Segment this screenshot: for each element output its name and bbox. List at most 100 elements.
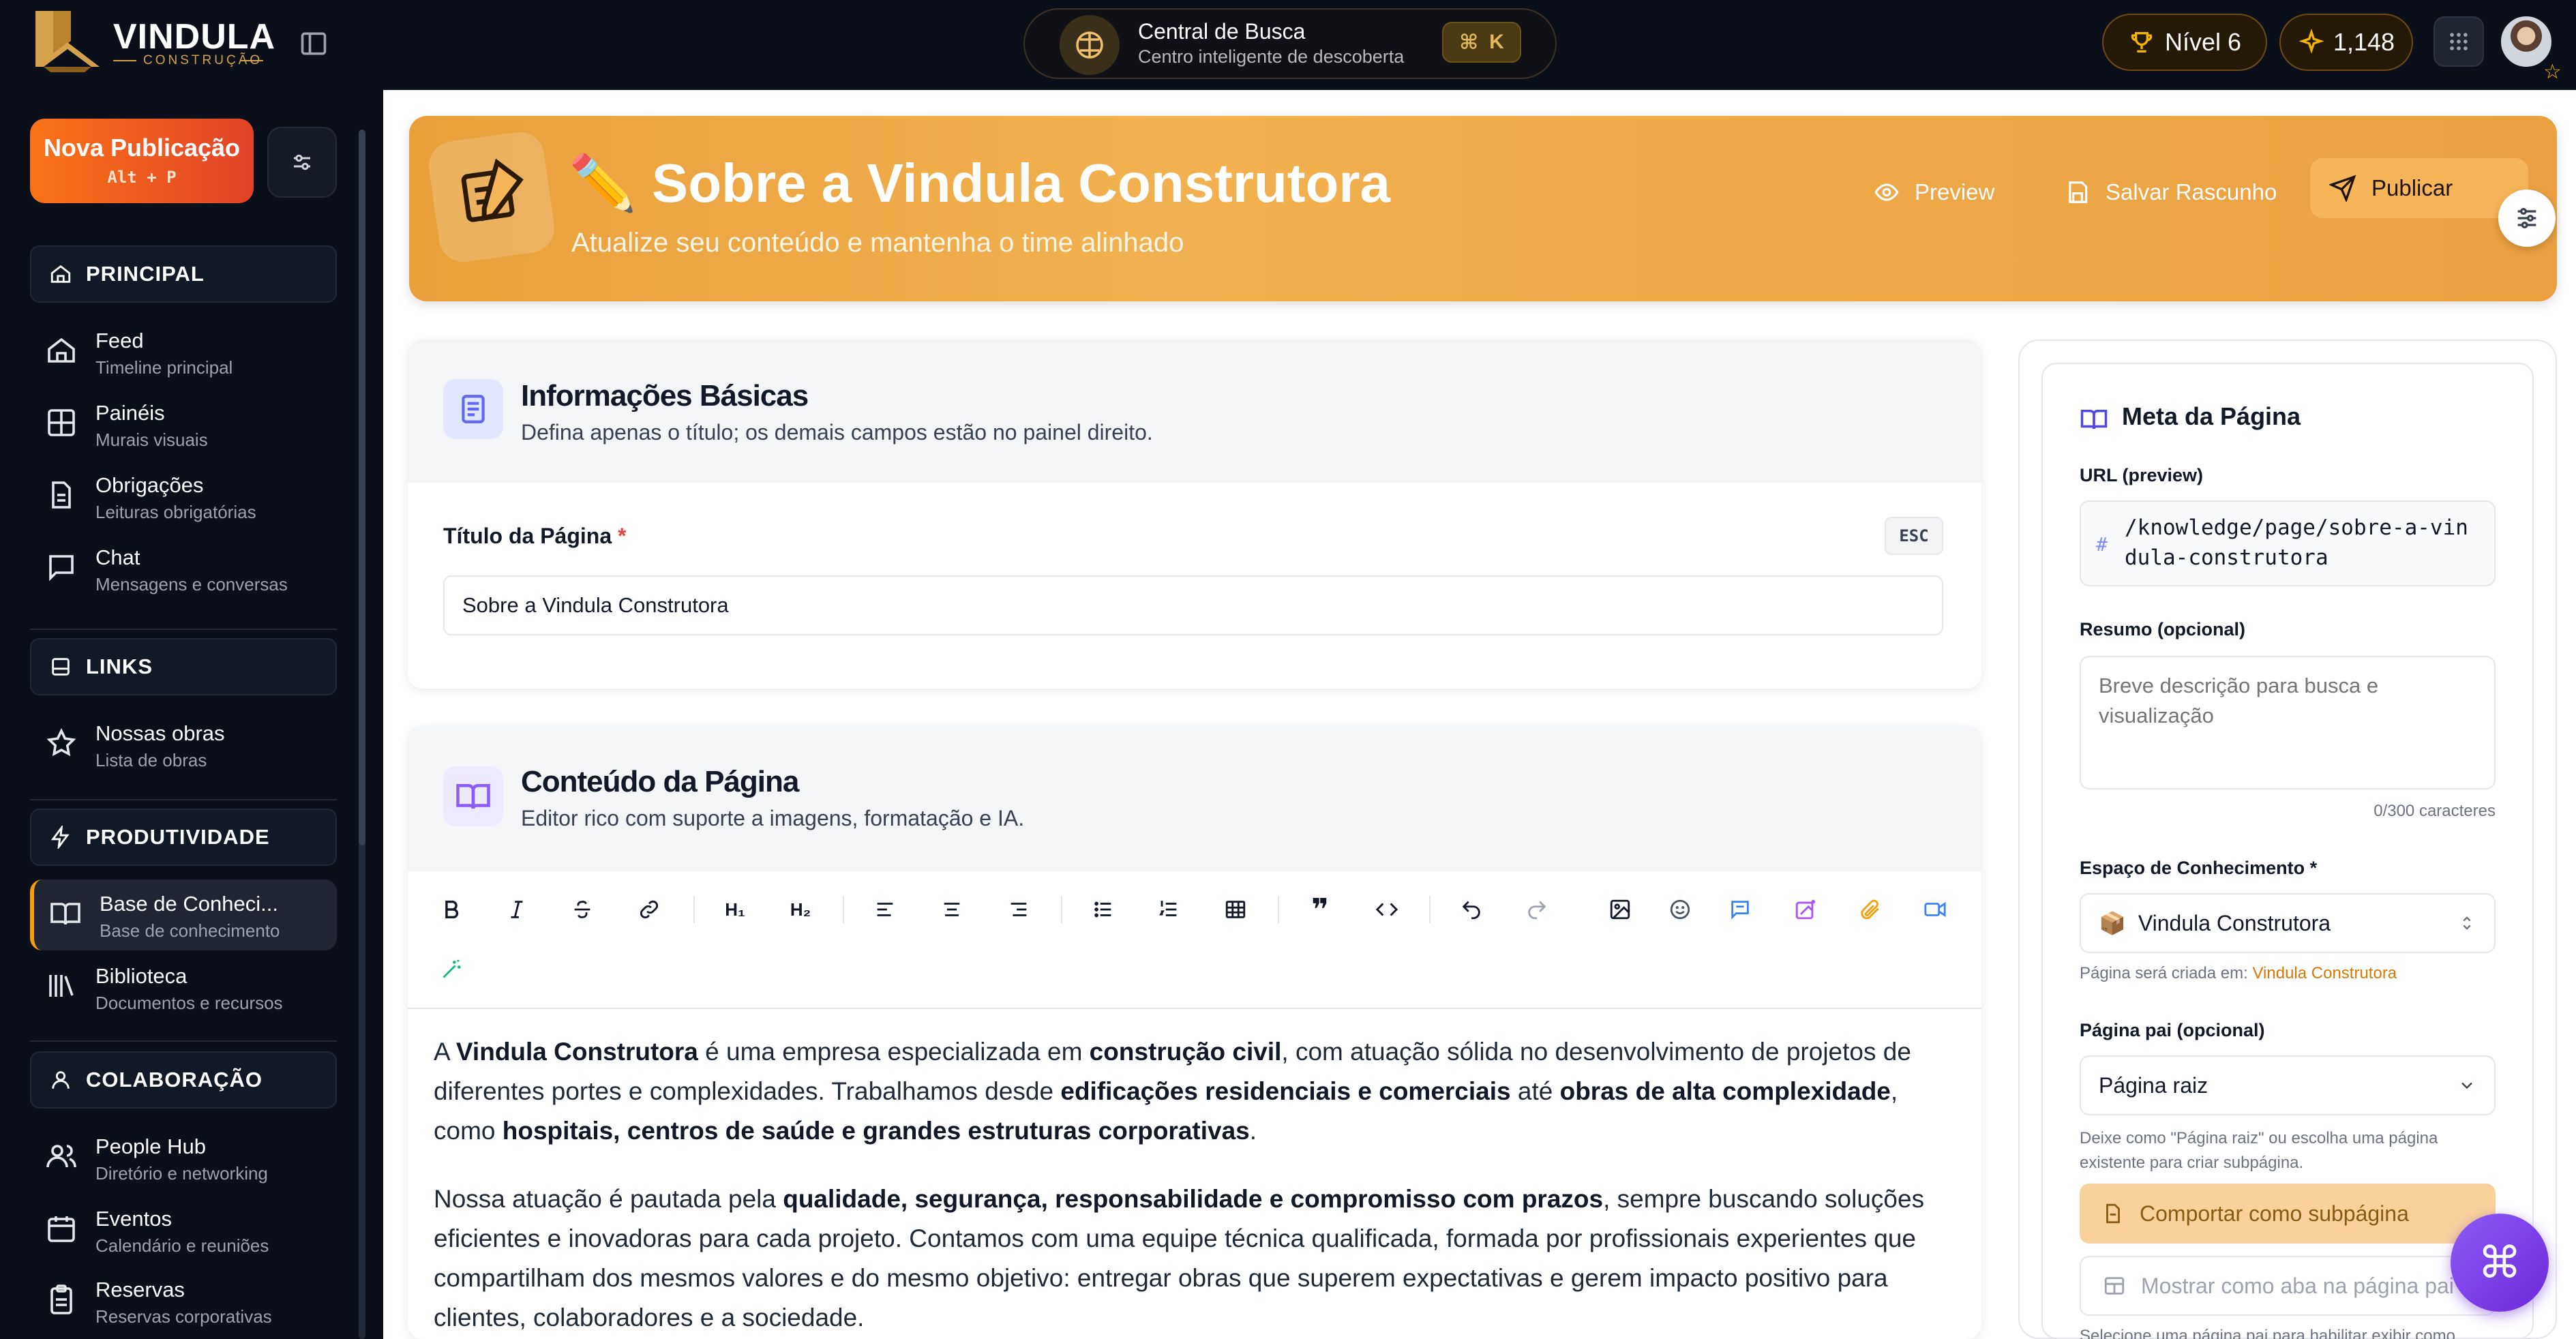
ai-image-button[interactable] <box>1785 889 1826 930</box>
user-avatar[interactable] <box>2501 16 2551 67</box>
home-icon <box>48 337 75 363</box>
code-button[interactable] <box>1366 889 1407 930</box>
image-sparkle-icon <box>1795 899 1816 920</box>
attachment-button[interactable] <box>1849 889 1890 930</box>
required-mark: * <box>2309 858 2318 878</box>
brand-logo-icon[interactable] <box>30 7 105 78</box>
new-post-label: Nova Publicação <box>43 134 241 162</box>
bullet-list-button[interactable] <box>1083 889 1124 930</box>
text-run: . <box>1249 1117 1257 1145</box>
star-badge-icon: ☆ <box>2543 61 2562 83</box>
align-left-icon <box>877 903 893 916</box>
space-select-value: Vindula Construtora <box>2138 910 2331 935</box>
tab-button-label: Mostrar como aba na página pai <box>2141 1273 2454 1298</box>
tab-button[interactable]: Mostrar como aba na página pai <box>2080 1256 2496 1316</box>
save-draft-button[interactable]: Salvar Rascunho <box>2046 164 2296 221</box>
library-icon <box>49 975 74 997</box>
calendar-icon <box>48 1216 75 1242</box>
bold-text: obras de alta complexidade <box>1559 1077 1891 1105</box>
brand-sub-line <box>240 60 263 61</box>
preview-button[interactable]: Preview <box>1855 164 2013 221</box>
sidebar-item-nossas-obras[interactable]: Nossas obras Lista de obras <box>30 709 337 780</box>
publish-label: Publicar <box>2371 175 2453 200</box>
save-draft-label: Salvar Rascunho <box>2106 179 2277 205</box>
quote-button[interactable]: ❞ <box>1300 889 1341 930</box>
align-center-button[interactable] <box>931 889 972 930</box>
ordered-list-button[interactable] <box>1148 889 1189 930</box>
sidebar-item-paineis[interactable]: Painéis Murais visuais <box>30 389 337 460</box>
sidebar-filter-button[interactable] <box>267 127 337 198</box>
summary-label: Resumo (opcional) <box>2080 619 2246 640</box>
meta-title: Meta da Página <box>2122 402 2301 430</box>
settings-toggle-button[interactable] <box>2498 190 2556 247</box>
rich-text-editor[interactable]: A Vindula Construtora é uma empresa espe… <box>434 1032 1954 1339</box>
points-badge[interactable]: 1,148 <box>2279 14 2413 71</box>
publish-button[interactable]: Publicar <box>2310 158 2528 218</box>
bullet-list-icon <box>1094 901 1111 918</box>
redo-button[interactable] <box>1516 889 1557 930</box>
align-left-button[interactable] <box>865 889 905 930</box>
page-subtitle: Atualize seu conteúdo e mantenha o time … <box>571 228 1184 258</box>
basic-info-card: Informações Básicas Defina apenas o títu… <box>408 340 1981 689</box>
sidebar-item-base-conhecimento[interactable]: Base de Conheci... Base de conhecimento <box>30 879 337 950</box>
search-title: Central de Busca <box>1138 19 1306 44</box>
sidebar-item-reservas[interactable]: Reservas Reservas corporativas <box>30 1265 337 1336</box>
video-icon <box>1924 901 1946 918</box>
section-links[interactable]: LINKS <box>30 638 337 695</box>
sidebar-item-chat[interactable]: Chat Mensagens e conversas <box>30 533 337 604</box>
apps-grid-icon[interactable] <box>2433 16 2484 67</box>
bold-text: construção civil <box>1089 1038 1282 1066</box>
align-right-button[interactable] <box>998 889 1039 930</box>
heading1-button[interactable]: H₁ <box>715 889 755 930</box>
space-label-text: Espaço de Conhecimento <box>2080 858 2305 878</box>
people-icon <box>46 1145 76 1168</box>
section-subtitle: Defina apenas o título; os demais campos… <box>521 420 1153 445</box>
section-produtividade[interactable]: PRODUTIVIDADE <box>30 809 337 866</box>
sidebar-item-sub: Calendário e reuniões <box>95 1235 269 1256</box>
space-help-link[interactable]: Vindula Construtora <box>2252 964 2397 982</box>
editor-paragraph: A Vindula Construtora é uma empresa espe… <box>434 1032 1954 1151</box>
ai-magic-button[interactable] <box>431 949 472 990</box>
sidebar-item-feed[interactable]: Feed Timeline principal <box>30 316 337 387</box>
page-title-input[interactable]: Sobre a Vindula Construtora <box>443 575 1943 635</box>
sidebar-divider <box>30 629 337 630</box>
sidebar-item-biblioteca[interactable]: Biblioteca Documentos e recursos <box>30 952 337 1023</box>
parent-page-select[interactable]: Página raiz <box>2080 1055 2496 1115</box>
space-select[interactable]: 📦 Vindula Construtora <box>2080 893 2496 953</box>
top-bar: VINDULA CONSTRUÇÃO Central de Busca Cent… <box>0 0 2576 90</box>
section-colaboracao[interactable]: COLABORAÇÃO <box>30 1051 337 1109</box>
bold-button[interactable] <box>431 889 472 930</box>
command-palette-button[interactable]: ⌘ <box>2451 1214 2549 1312</box>
italic-button[interactable] <box>496 889 537 930</box>
video-button[interactable] <box>1915 889 1956 930</box>
sidebar-item-label: Reservas <box>95 1278 185 1302</box>
link-icon <box>640 900 659 919</box>
bold-text: qualidade, segurança, responsabilidade e… <box>783 1185 1604 1213</box>
comment-button[interactable] <box>1720 889 1761 930</box>
heading2-button[interactable]: H₂ <box>780 889 821 930</box>
text-run: Nossa atuação é pautada pela <box>434 1185 783 1213</box>
new-post-button[interactable]: Nova Publicação Alt + P <box>30 119 254 203</box>
section-principal[interactable]: PRINCIPAL <box>30 245 337 303</box>
required-mark: * <box>618 524 627 548</box>
level-badge[interactable]: Nível 6 <box>2102 14 2267 71</box>
insert-image-button[interactable] <box>1600 889 1641 930</box>
sidebar-toggle-icon[interactable] <box>299 29 329 59</box>
sidebar-item-obrigacoes[interactable]: Obrigações Leituras obrigatórias <box>30 461 337 532</box>
toolbar-separator <box>1278 896 1279 923</box>
sidebar-item-eventos[interactable]: Eventos Calendário e reuniões <box>30 1194 337 1265</box>
h2-icon: H₂ <box>790 899 811 920</box>
summary-textarea[interactable] <box>2080 656 2496 789</box>
undo-button[interactable] <box>1451 889 1492 930</box>
space-label: Espaço de Conhecimento * <box>2080 858 2317 879</box>
strikethrough-button[interactable] <box>562 889 603 930</box>
sidebar-item-people-hub[interactable]: People Hub Diretório e networking <box>30 1122 337 1193</box>
sidebar-scrollbar-thumb[interactable] <box>359 130 365 845</box>
hash-icon: # <box>2096 533 2108 556</box>
link-button[interactable] <box>629 889 670 930</box>
italic-icon <box>511 901 523 918</box>
emoji-button[interactable] <box>1660 889 1701 930</box>
bold-text: Vindula Construtora <box>455 1038 698 1066</box>
subpage-button[interactable]: Comportar como subpágina <box>2080 1184 2496 1244</box>
table-button[interactable] <box>1215 889 1256 930</box>
